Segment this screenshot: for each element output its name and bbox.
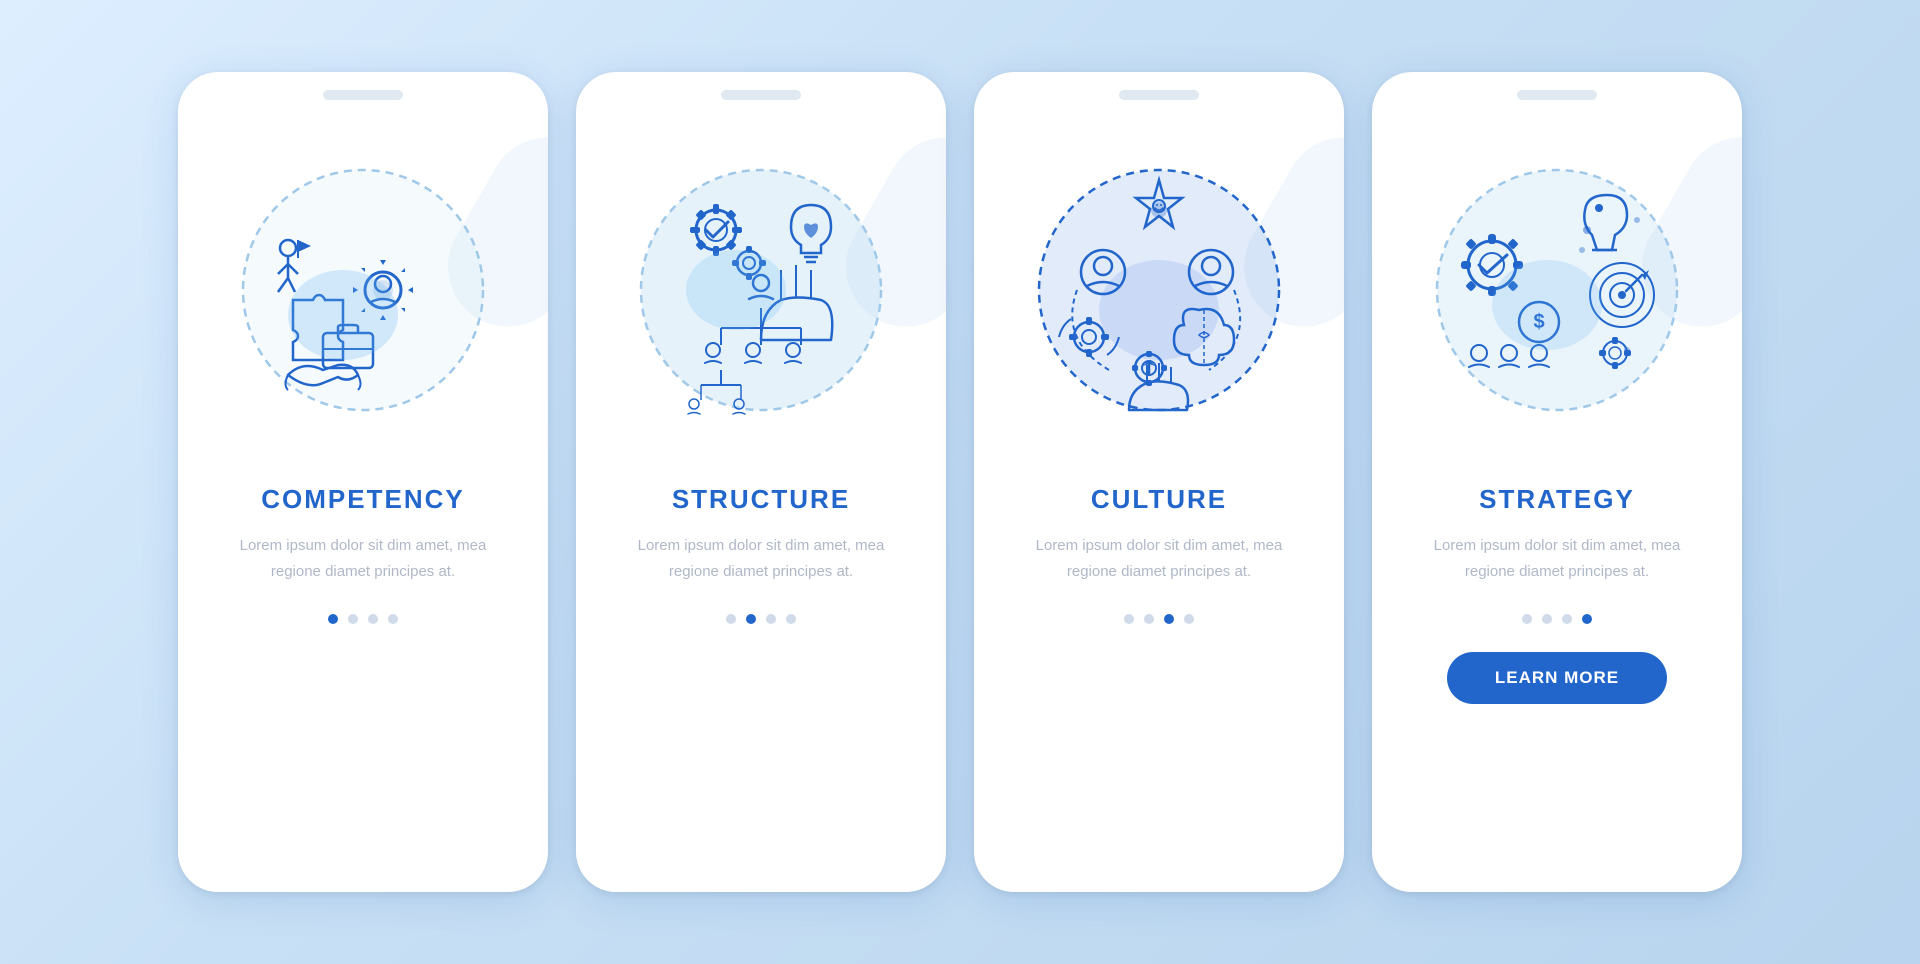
dot-1 <box>328 614 338 624</box>
culture-dots <box>1124 614 1194 624</box>
dot-4 <box>786 614 796 624</box>
dot-3 <box>766 614 776 624</box>
card-culture: CULTURE Lorem ipsum dolor sit dim amet, … <box>974 72 1344 892</box>
card-strategy: $ <box>1372 72 1742 892</box>
competency-body: Lorem ipsum dolor sit dim amet, mea regi… <box>178 533 548 584</box>
dot-3 <box>368 614 378 624</box>
dot-2 <box>1144 614 1154 624</box>
card-competency: COMPETENCY Lorem ipsum dolor sit dim ame… <box>178 72 548 892</box>
illustration-culture <box>974 110 1344 470</box>
illustration-structure <box>576 110 946 470</box>
dot-4 <box>1184 614 1194 624</box>
illustration-strategy: $ <box>1372 110 1742 470</box>
culture-svg <box>1029 160 1289 420</box>
dot-2 <box>1542 614 1552 624</box>
dot-1 <box>726 614 736 624</box>
strategy-svg: $ <box>1427 160 1687 420</box>
phone-notch-3 <box>1119 90 1199 100</box>
structure-title: STRUCTURE <box>672 484 850 515</box>
card-structure: STRUCTURE Lorem ipsum dolor sit dim amet… <box>576 72 946 892</box>
strategy-title: STRATEGY <box>1479 484 1635 515</box>
culture-title: CULTURE <box>1091 484 1227 515</box>
dot-3 <box>1164 614 1174 624</box>
competency-title: COMPETENCY <box>261 484 464 515</box>
strategy-dots <box>1522 614 1592 624</box>
dot-1 <box>1124 614 1134 624</box>
phone-notch-2 <box>721 90 801 100</box>
cards-container: COMPETENCY Lorem ipsum dolor sit dim ame… <box>178 72 1742 892</box>
phone-notch-4 <box>1517 90 1597 100</box>
competency-svg <box>233 160 493 420</box>
dot-4 <box>388 614 398 624</box>
competency-dots <box>328 614 398 624</box>
dot-1 <box>1522 614 1532 624</box>
structure-svg <box>631 160 891 420</box>
structure-dots <box>726 614 796 624</box>
culture-body: Lorem ipsum dolor sit dim amet, mea regi… <box>974 533 1344 584</box>
dot-2 <box>348 614 358 624</box>
learn-more-button[interactable]: LEARN MORE <box>1447 652 1667 704</box>
strategy-body: Lorem ipsum dolor sit dim amet, mea regi… <box>1372 533 1742 584</box>
structure-body: Lorem ipsum dolor sit dim amet, mea regi… <box>576 533 946 584</box>
dot-4 <box>1582 614 1592 624</box>
illustration-competency <box>178 110 548 470</box>
phone-notch <box>323 90 403 100</box>
dot-2 <box>746 614 756 624</box>
dot-3 <box>1562 614 1572 624</box>
